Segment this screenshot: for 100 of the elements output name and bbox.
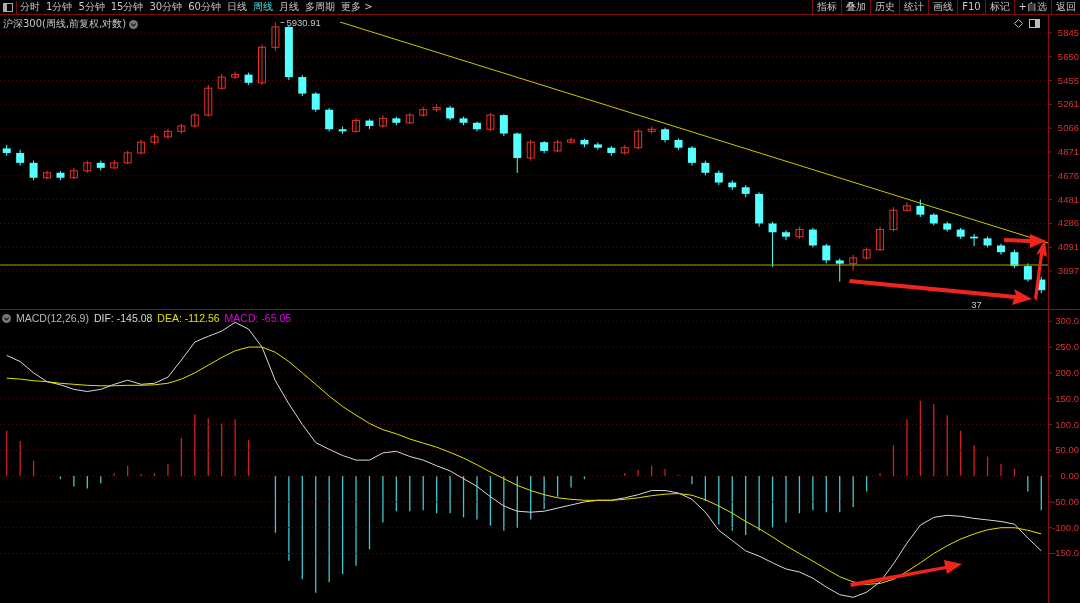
- period-tab[interactable]: 周线: [249, 0, 276, 14]
- candle: [83, 160, 92, 174]
- candle: [996, 243, 1005, 256]
- axis-label: 5066: [1057, 122, 1079, 134]
- dropdown-icon[interactable]: [129, 19, 139, 29]
- candle: [231, 70, 240, 80]
- axis-label: 5650: [1057, 50, 1079, 62]
- candle: [338, 125, 347, 135]
- period-tab[interactable]: 15分钟: [107, 0, 147, 14]
- axis-label: 5455: [1057, 74, 1079, 86]
- candle: [217, 73, 226, 91]
- candle: [56, 170, 65, 181]
- axis-label: 250.0: [1055, 341, 1079, 353]
- candle: [795, 226, 804, 240]
- axis-label: 4676: [1057, 169, 1079, 181]
- candle: [674, 138, 683, 151]
- candle: [392, 116, 401, 126]
- candle: [768, 221, 777, 268]
- candle: [123, 150, 132, 165]
- candle: [849, 254, 858, 272]
- panel-icon[interactable]: [1029, 19, 1040, 28]
- candle: [822, 243, 831, 264]
- candle: [163, 128, 172, 140]
- period-tab[interactable]: 日线: [223, 0, 250, 14]
- candle: [378, 114, 387, 129]
- candle: [943, 221, 952, 233]
- candle: [352, 117, 361, 134]
- axis-label: 100.0: [1055, 418, 1079, 430]
- candle: [298, 74, 307, 97]
- candle: [526, 139, 535, 162]
- candle: [459, 116, 468, 126]
- candle: [204, 84, 213, 118]
- candle: [956, 227, 965, 240]
- candle: [782, 229, 790, 241]
- period-tab[interactable]: 月线: [275, 0, 302, 14]
- candle: [755, 191, 764, 228]
- candle: [808, 227, 817, 248]
- candle: [513, 132, 522, 174]
- candle: [472, 121, 481, 132]
- axis-label: -100.0: [1052, 521, 1079, 533]
- chart-title: 沪深300(周线,前复权,对数): [3, 17, 127, 31]
- price-label: 5930.91: [286, 17, 321, 29]
- candle: [499, 113, 508, 137]
- indicator-value: MACD(12,26,9): [16, 312, 89, 324]
- candle: [405, 112, 414, 125]
- candle: [16, 149, 25, 167]
- axis-label: -50.00: [1052, 495, 1079, 507]
- candle: [365, 118, 374, 130]
- axis-label: 50.00: [1055, 444, 1079, 456]
- candle: [190, 112, 199, 129]
- candle: [2, 144, 11, 157]
- period-tab[interactable]: 多周期: [301, 0, 338, 14]
- candle: [311, 91, 320, 113]
- period-tab[interactable]: 60分钟: [185, 0, 224, 14]
- candle: [258, 44, 266, 86]
- candle: [553, 139, 562, 153]
- candle: [741, 184, 750, 198]
- candle: [540, 140, 549, 154]
- axis-label: 300.0: [1055, 315, 1079, 327]
- candle: [889, 206, 898, 233]
- candle: [284, 25, 293, 81]
- candle: [701, 160, 710, 176]
- dropdown-icon[interactable]: [2, 313, 11, 323]
- axis-label: 5261: [1057, 98, 1079, 110]
- candle: [96, 160, 105, 171]
- axis-label: 4871: [1057, 146, 1079, 157]
- candle: [1023, 262, 1032, 283]
- axis-label: 4091: [1057, 241, 1079, 253]
- candle: [983, 235, 992, 248]
- leader-line: [279, 21, 285, 23]
- candle: [835, 257, 844, 283]
- candle: [876, 226, 885, 252]
- candle: [110, 159, 119, 170]
- axis-label: 5845: [1057, 26, 1079, 38]
- period-tab[interactable]: 5分钟: [75, 0, 108, 14]
- candle: [607, 145, 616, 157]
- candle: [647, 125, 656, 135]
- candle: [43, 169, 52, 181]
- candle: [593, 141, 602, 151]
- period-tab[interactable]: 30分钟: [146, 0, 186, 14]
- axis-label: 0.00: [1060, 470, 1079, 482]
- candle: [728, 179, 737, 191]
- candle: [446, 105, 455, 121]
- panel-icon[interactable]: [0, 0, 17, 14]
- candle: [486, 112, 495, 132]
- diamond-icon[interactable]: [1014, 19, 1023, 28]
- candle: [970, 233, 979, 247]
- candle: [687, 145, 696, 167]
- period-tab[interactable]: 更多 >: [337, 0, 376, 14]
- indicator-value: DEA: -112.56: [157, 312, 220, 324]
- candle: [567, 136, 576, 145]
- period-tab[interactable]: 1分钟: [43, 0, 76, 14]
- candle: [902, 201, 911, 213]
- candle: [862, 246, 871, 261]
- axis-label: 150.0: [1055, 392, 1079, 404]
- candle: [661, 127, 670, 143]
- candle: [1010, 249, 1019, 269]
- candle: [137, 139, 146, 156]
- axis-label: 4481: [1057, 193, 1079, 205]
- period-tab[interactable]: 分时: [17, 0, 43, 14]
